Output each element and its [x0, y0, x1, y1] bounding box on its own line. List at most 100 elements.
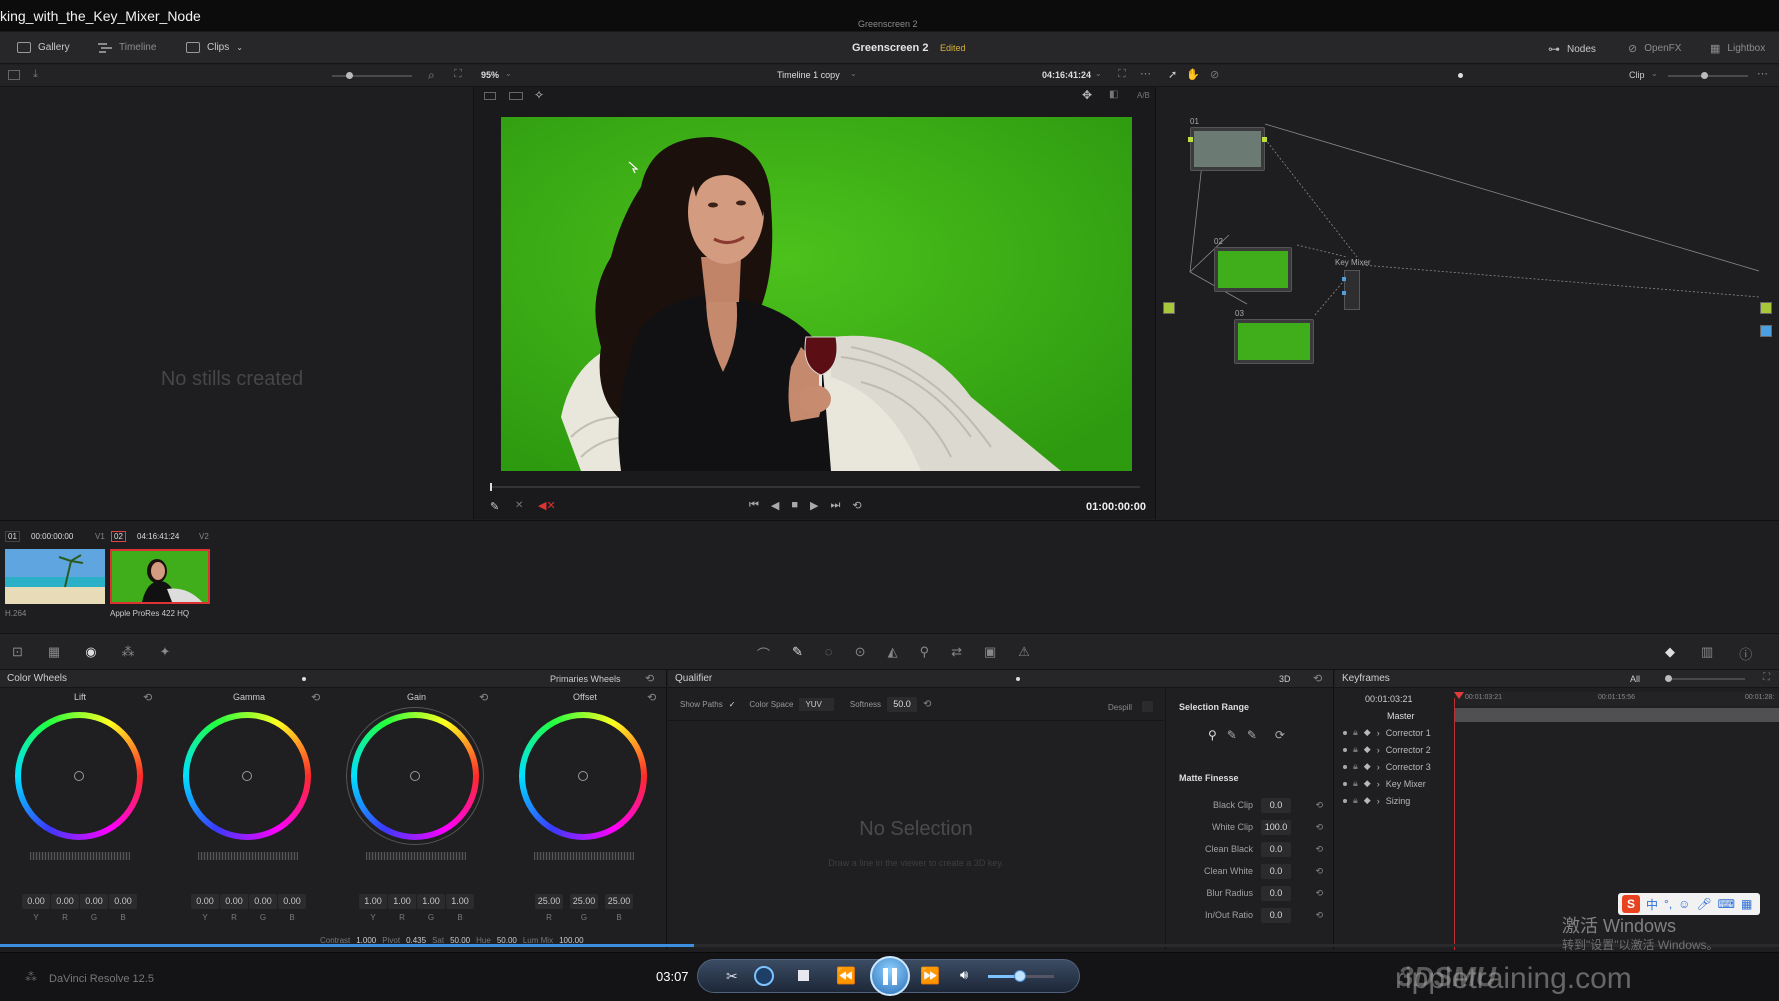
slider-knob[interactable] [346, 72, 353, 79]
volume-knob[interactable] [1013, 970, 1026, 982]
viewer-scrub-bar[interactable] [490, 483, 1140, 491]
hand-icon[interactable]: ✋ [1186, 68, 1200, 81]
ime-language[interactable]: 中 [1646, 896, 1658, 913]
invert-icon[interactable]: ⟳ [1275, 728, 1285, 742]
matte-value[interactable]: 0.0 [1261, 863, 1291, 879]
cross-icon[interactable]: ✕ [515, 500, 523, 511]
node-input-icon[interactable] [1188, 137, 1193, 142]
master-wheel-slider[interactable] [366, 852, 466, 860]
reset-icon[interactable]: ⟲ [647, 691, 656, 704]
master-wheel-slider[interactable] [30, 852, 130, 860]
value-field[interactable]: 0.00 [278, 894, 306, 909]
sizing-icon[interactable]: ⇄ [951, 644, 962, 663]
key-mixer-node[interactable] [1342, 270, 1360, 310]
chevron-down-icon[interactable]: ⌄ [1651, 69, 1658, 78]
info-icon[interactable]: ⓘ [1739, 644, 1752, 663]
matte-value[interactable]: 0.0 [1261, 907, 1291, 923]
wheels-mode-selector[interactable]: Primaries Wheels [550, 674, 621, 684]
node-01[interactable] [1188, 127, 1267, 171]
clips-button[interactable]: Clips ⌄ [186, 42, 243, 53]
value-field[interactable]: 25.00 [605, 894, 633, 909]
reset-icon[interactable]: ⟲ [1299, 822, 1323, 833]
search-icon[interactable]: ⌕ [428, 68, 435, 83]
loop-icon[interactable] [754, 966, 774, 986]
node-input-icon[interactable] [1342, 277, 1346, 281]
ab-label[interactable]: A/B [1137, 91, 1150, 100]
scopes-icon[interactable]: ▥ [1701, 644, 1713, 663]
diamond-icon[interactable]: ◆ [1364, 795, 1371, 806]
pointer-icon[interactable]: ➚ [1168, 68, 1177, 81]
chevron-right-icon[interactable]: › [1377, 779, 1380, 789]
wheel-center-handle[interactable] [74, 771, 84, 781]
microphone-icon[interactable]: 🎤︎ [1696, 897, 1711, 911]
key-icon[interactable]: ⚲ [920, 644, 930, 663]
value-field[interactable]: 0.00 [191, 894, 219, 909]
pause-button[interactable] [870, 956, 910, 996]
chevron-right-icon[interactable]: › [1377, 762, 1380, 772]
wheel-center-handle[interactable] [410, 771, 420, 781]
tracker-icon[interactable]: ⊙ [855, 644, 866, 663]
track-corrector-2[interactable]: 🔒︎ ◆ › Corrector 2 [1335, 741, 1453, 758]
volume-slider[interactable] [988, 970, 1054, 982]
reset-icon[interactable]: ⟲ [645, 672, 654, 685]
mute-icon[interactable]: ◀✕ [538, 499, 556, 512]
node-input-icon[interactable] [1342, 291, 1346, 295]
value-field[interactable]: 1.00 [359, 894, 387, 909]
gallery-zoom-slider[interactable] [332, 72, 412, 79]
enable-dot-icon[interactable] [1343, 764, 1347, 769]
softness-value[interactable]: 50.0 [887, 697, 918, 712]
cut-icon[interactable]: ✂ [726, 968, 738, 985]
zoom-level[interactable]: 95% [481, 70, 499, 80]
gallery-button[interactable]: Gallery [17, 42, 70, 53]
picker-add-icon[interactable]: ✎ [1227, 728, 1237, 742]
matte-value[interactable]: 0.0 [1261, 797, 1291, 813]
lightbox-button[interactable]: ▦ Lightbox [1710, 42, 1765, 55]
timeline-selector[interactable]: Timeline 1 copy [777, 70, 840, 80]
node-02[interactable] [1214, 247, 1292, 292]
keyboard-icon[interactable]: ⌨ [1718, 897, 1735, 911]
checkmark-icon[interactable]: ✓ [729, 700, 736, 709]
diamond-icon[interactable]: ◆ [1364, 761, 1371, 772]
source-input-icon[interactable] [1163, 302, 1175, 314]
keyframe-ruler[interactable]: 00:01:03:21 00:01:15:56 00:01:28: [1455, 692, 1779, 706]
enable-dot-icon[interactable] [1343, 798, 1347, 803]
value-field[interactable]: 1.00 [446, 894, 474, 909]
keyframes-icon[interactable]: ◆ [1665, 644, 1675, 663]
curves-icon[interactable]: ⌒ [757, 644, 770, 663]
3d-icon[interactable]: ▣ [984, 644, 996, 663]
scrub-playhead[interactable] [490, 483, 492, 491]
rgb-mixer-icon[interactable]: ⁂ [122, 644, 135, 660]
loop-icon[interactable]: ⟲ [852, 499, 861, 512]
track-corrector-3[interactable]: 🔒︎ ◆ › Corrector 3 [1335, 758, 1453, 775]
reset-icon[interactable]: ⟲ [479, 691, 488, 704]
move-icon[interactable]: ✥ [1082, 88, 1092, 102]
volume-icon[interactable]: 🔊︎ [960, 967, 968, 983]
chevron-right-icon[interactable]: › [1377, 796, 1380, 806]
wipe-icon[interactable]: ◧ [1109, 89, 1118, 100]
rewind-icon[interactable]: ⏪ [836, 966, 856, 986]
color-wheel[interactable] [519, 712, 647, 840]
nodes-button[interactable]: ⊶ Nodes [1548, 42, 1596, 56]
despill-checkbox[interactable] [1142, 701, 1153, 712]
emoji-icon[interactable]: ☺ [1678, 897, 1690, 911]
stop-icon[interactable] [798, 970, 809, 981]
lock-icon[interactable]: 🔒︎ [1353, 778, 1358, 789]
openfx-button[interactable]: ⊘ OpenFX [1628, 42, 1681, 55]
value-field[interactable]: 25.00 [535, 894, 563, 909]
diamond-icon[interactable]: ◆ [1364, 778, 1371, 789]
menu-grid-icon[interactable]: ▦ [1741, 897, 1752, 911]
magic-wand-icon[interactable]: ✧ [534, 88, 544, 102]
slider-knob[interactable] [1665, 675, 1672, 682]
clip-mode-selector[interactable]: Clip [1629, 70, 1645, 80]
bypass-icon[interactable]: ⊘ [1210, 68, 1219, 81]
picker-icon[interactable]: ⚲ [1208, 728, 1217, 742]
reset-icon[interactable]: ⟲ [311, 691, 320, 704]
reset-icon[interactable]: ⟲ [1299, 800, 1323, 811]
enable-dot-icon[interactable] [1343, 747, 1347, 752]
color-wheels-icon[interactable]: ◉ [85, 644, 96, 660]
keyframe-zoom-slider[interactable] [1665, 675, 1745, 682]
split-screen-icon[interactable] [509, 92, 523, 100]
eyedropper-icon[interactable]: ✎ [490, 500, 499, 513]
go-to-start-icon[interactable]: ⏮ [749, 499, 759, 512]
motion-effects-icon[interactable]: ✦ [160, 644, 171, 660]
